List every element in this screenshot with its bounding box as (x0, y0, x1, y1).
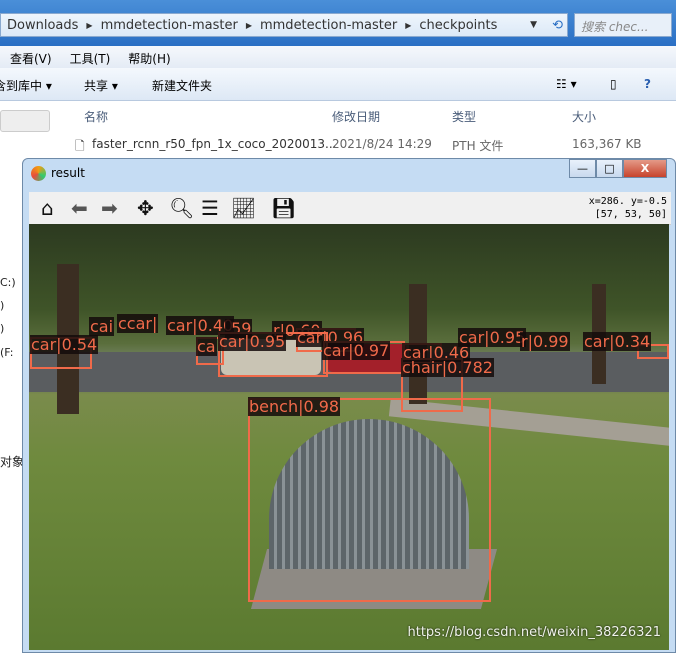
file-row[interactable]: 🗋 faster_rcnn_r50_fpn_1x_coco_2020013...… (75, 134, 675, 154)
detection-label: ca (196, 337, 217, 356)
detection-label: bench|0.98 (248, 397, 341, 416)
column-name[interactable]: 名称 (84, 108, 108, 125)
navigation-toolbar: ⌂ ⬅ ➡ ✥ 🔍︎ ☰ 📈︎ 💾︎ x=286. y=-0.5 [57, 53… (29, 192, 671, 225)
help-icon[interactable]: ? (644, 77, 651, 91)
cursor-rgb: [57, 53, 50] (594, 209, 667, 220)
close-button[interactable]: X (623, 159, 667, 178)
pan-icon[interactable]: ✥ (137, 196, 154, 220)
detection-label: ccar| (117, 314, 159, 333)
include-library-button[interactable]: 含到库中 ▾ (0, 77, 52, 94)
window-controls: — □ X (569, 159, 667, 178)
share-button[interactable]: 共享 ▾ (84, 77, 118, 94)
menu-help[interactable]: 帮助(H) (128, 50, 170, 66)
cursor-xy: x=286. y=-0.5 (588, 196, 667, 207)
address-bar[interactable]: Downloads ▶ mmdetection-master ▶ mmdetecti… (0, 13, 568, 37)
cursor-readout: x=286. y=-0.5 [57, 53, 50] (589, 195, 667, 221)
detection-label: r|0.99 (520, 332, 570, 351)
save-icon[interactable]: 💾︎ (271, 196, 296, 220)
breadcrumb-mmdetection[interactable]: mmdetection-master (101, 18, 238, 33)
file-modified: 2021/8/24 14:29 (332, 137, 432, 151)
sidebar-drive-f[interactable]: (F: (0, 346, 13, 359)
column-size[interactable]: 大小 (572, 108, 596, 125)
refresh-icon[interactable]: ⟲ (552, 18, 563, 33)
detection-box (248, 398, 491, 602)
detection-label: chair|0.782 (401, 358, 494, 377)
nav-pane-item[interactable] (0, 110, 50, 132)
file-type: PTH 文件 (452, 139, 504, 153)
detection-label: car|0.97 (322, 341, 391, 360)
forward-icon[interactable]: ➡ (101, 196, 118, 220)
menu-bar: 查看(V) 工具(T) 帮助(H) (0, 46, 676, 68)
sidebar-drive-2[interactable]: ) (0, 322, 4, 335)
home-icon[interactable]: ⌂ (41, 196, 54, 220)
view-options-icon[interactable]: ☷ ▾ (556, 77, 577, 91)
status-objects: 对象 (0, 455, 25, 469)
column-headers: 名称 修改日期 类型 大小 (55, 102, 676, 128)
search-input[interactable]: 搜索 chec... (574, 13, 672, 37)
back-icon[interactable]: ⬅ (71, 196, 88, 220)
zoom-icon[interactable]: 🔍︎ (169, 196, 194, 220)
matplotlib-figure-window: result — □ X ⌂ ⬅ ➡ ✥ 🔍︎ ☰ 📈︎ 💾︎ x=286. y… (22, 158, 676, 653)
image-canvas[interactable]: car|0.54caiccar|car|0.40.59r|0.60car|0.9… (29, 224, 669, 650)
detection-label: car|0.95 (458, 328, 527, 347)
watermark: https://blog.csdn.net/weixin_38226321 (407, 625, 661, 640)
breadcrumb-downloads[interactable]: Downloads (7, 18, 78, 33)
matplotlib-logo-icon (31, 166, 46, 181)
maximize-button[interactable]: □ (596, 159, 623, 178)
file-name: faster_rcnn_r50_fpn_1x_coco_2020013... (92, 137, 337, 151)
column-modified[interactable]: 修改日期 (332, 108, 380, 125)
command-bar: 含到库中 ▾ 共享 ▾ 新建文件夹 ☷ ▾ ▯ ? (0, 68, 676, 101)
preview-pane-icon[interactable]: ▯ (610, 77, 617, 91)
minimize-button[interactable]: — (569, 159, 596, 178)
detection-label: cai (89, 317, 115, 336)
configure-subplots-icon[interactable]: ☰ (201, 196, 219, 220)
menu-view[interactable]: 查看(V) (10, 50, 52, 66)
detection-label: car|0.54 (30, 335, 99, 354)
detection-label: car|0.34 (583, 332, 652, 351)
breadcrumb-checkpoints[interactable]: checkpoints (419, 18, 497, 33)
breadcrumb-mmdetection-2[interactable]: mmdetection-master (260, 18, 397, 33)
file-icon: 🗋 (75, 139, 85, 153)
chevron-down-icon[interactable]: ▼ (530, 20, 537, 30)
detection-label: car|0.95 (218, 332, 287, 351)
sidebar-drive[interactable]: ) (0, 299, 4, 312)
window-title: result (51, 166, 85, 180)
sidebar-drive-c[interactable]: C:) (0, 276, 16, 289)
file-size: 163,367 KB (572, 137, 642, 151)
edit-axis-icon[interactable]: 📈︎ (231, 196, 256, 220)
column-type[interactable]: 类型 (452, 108, 476, 125)
menu-tools[interactable]: 工具(T) (70, 50, 111, 66)
new-folder-button[interactable]: 新建文件夹 (152, 77, 212, 94)
